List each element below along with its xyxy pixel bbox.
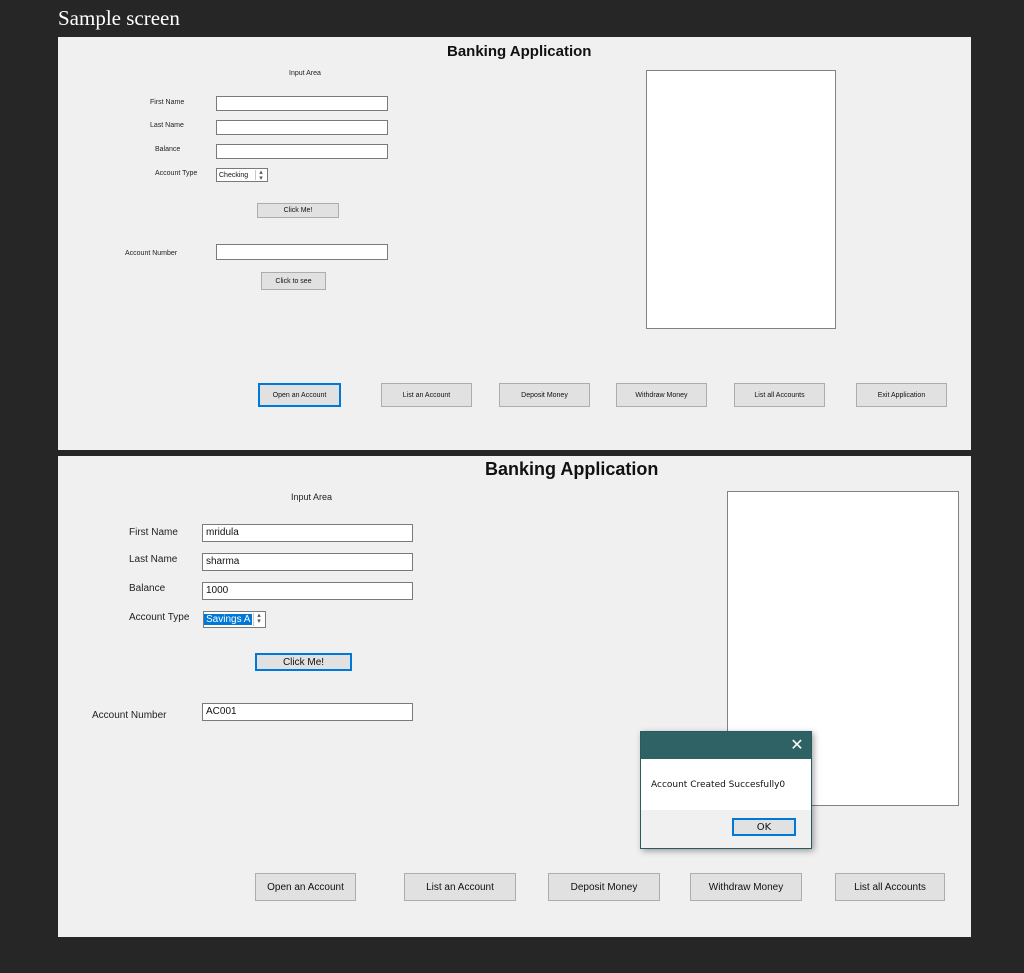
balance-input[interactable]	[216, 144, 388, 159]
withdraw-money-button[interactable]: Withdraw Money	[690, 873, 802, 901]
list-all-accounts-button[interactable]: List all Accounts	[734, 383, 825, 407]
message-dialog: ✕ Account Created Succesfully0 OK	[640, 731, 812, 849]
balance-label: Balance	[129, 583, 166, 594]
ok-button[interactable]: OK	[732, 818, 796, 836]
last-name-label: Last Name	[150, 122, 184, 129]
first-name-label: First Name	[129, 527, 178, 538]
click-me-button[interactable]: Click Me!	[257, 203, 339, 218]
click-to-see-button[interactable]: Click to see	[261, 272, 326, 290]
list-all-accounts-button[interactable]: List all Accounts	[835, 873, 945, 901]
account-number-label: Account Number	[125, 250, 178, 257]
input-area-label: Input Area	[289, 70, 321, 77]
screen-1-form: Banking Application Input Area First Nam…	[58, 37, 971, 450]
account-number-label: Account Number	[92, 710, 167, 721]
close-icon[interactable]: ✕	[787, 735, 807, 755]
withdraw-money-button[interactable]: Withdraw Money	[616, 383, 707, 407]
deposit-money-button[interactable]: Deposit Money	[548, 873, 660, 901]
dialog-footer: OK	[641, 810, 811, 848]
accounts-listbox[interactable]	[646, 70, 836, 329]
click-me-button[interactable]: Click Me!	[255, 653, 352, 671]
first-name-input[interactable]: mridula	[202, 524, 413, 542]
deposit-money-button[interactable]: Deposit Money	[499, 383, 590, 407]
app-title: Banking Application	[447, 43, 592, 60]
last-name-label: Last Name	[129, 554, 178, 565]
screen-2-form: Banking Application Input Area First Nam…	[58, 456, 971, 937]
spinner-arrows-icon[interactable]: ▴ ▾	[253, 612, 264, 626]
exit-application-button[interactable]: Exit Application	[856, 383, 947, 407]
account-type-label: Account Type	[155, 170, 198, 177]
account-type-value: Savings A	[204, 614, 253, 625]
balance-label: Balance	[155, 146, 181, 153]
dialog-titlebar[interactable]	[641, 732, 811, 759]
app-title: Banking Application	[485, 459, 659, 479]
page-caption: Sample screen	[58, 6, 180, 30]
balance-input[interactable]: 1000	[202, 582, 413, 600]
account-type-spinner[interactable]: Checking ▴ ▾	[216, 168, 268, 182]
account-type-value: Checking	[219, 171, 249, 179]
input-area-label: Input Area	[291, 492, 333, 502]
open-account-button[interactable]: Open an Account	[255, 873, 356, 901]
account-number-input[interactable]: AC001	[202, 703, 413, 721]
last-name-input[interactable]: sharma	[202, 553, 413, 571]
open-account-button[interactable]: Open an Account	[258, 383, 341, 407]
first-name-input[interactable]	[216, 96, 388, 111]
account-type-spinner[interactable]: Savings A ▴ ▾	[203, 611, 266, 628]
list-account-button[interactable]: List an Account	[381, 383, 472, 407]
last-name-input[interactable]	[216, 120, 388, 135]
list-account-button[interactable]: List an Account	[404, 873, 516, 901]
first-name-label: First Name	[150, 99, 185, 106]
account-number-input[interactable]	[216, 244, 388, 260]
dialog-message: Account Created Succesfully0	[651, 780, 786, 790]
account-type-label: Account Type	[129, 612, 190, 623]
spinner-arrows-icon[interactable]: ▴ ▾	[255, 169, 266, 181]
